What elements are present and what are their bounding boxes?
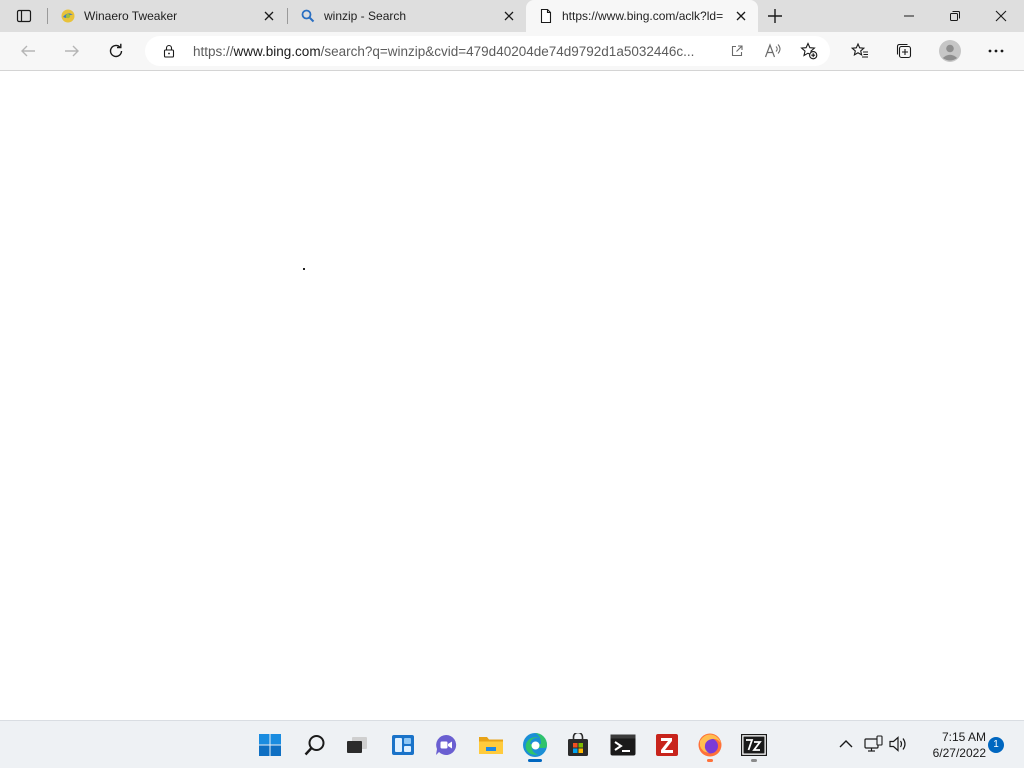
restore-icon <box>950 11 960 21</box>
tab-close-button[interactable] <box>261 8 277 24</box>
terminal-icon <box>610 734 636 756</box>
chat-button[interactable] <box>428 727 464 763</box>
tab-title: winzip - Search <box>324 9 407 23</box>
favorites-icon <box>851 42 868 58</box>
edge-taskbar-button[interactable] <box>517 727 553 763</box>
minimize-icon <box>904 15 914 17</box>
network-button[interactable] <box>862 733 884 755</box>
winaero-icon <box>61 9 75 23</box>
open-external-icon <box>731 45 743 57</box>
network-icon <box>864 735 883 752</box>
read-aloud-button[interactable] <box>761 40 785 62</box>
speaker-icon <box>889 736 906 752</box>
running-indicator <box>528 759 542 762</box>
7zip-icon <box>741 734 767 756</box>
file-explorer-button[interactable] <box>473 727 509 763</box>
mouse-cursor <box>303 268 305 270</box>
tab-close-button[interactable] <box>501 8 517 24</box>
arrow-right-icon <box>65 45 79 57</box>
store-button[interactable] <box>560 727 596 763</box>
favorites-button[interactable] <box>845 36 875 66</box>
start-button[interactable] <box>252 727 288 763</box>
more-icon <box>988 49 1004 53</box>
search-icon <box>304 735 325 756</box>
widgets-icon <box>392 735 414 755</box>
close-icon <box>264 11 274 21</box>
notification-badge[interactable]: 1 <box>988 737 1004 753</box>
chat-icon <box>436 734 457 755</box>
url-path: /search?q=winzip&cvid=479d40204de74d9792… <box>320 44 695 59</box>
show-hidden-icons-button[interactable] <box>835 733 857 755</box>
browser-toolbar: https://www.bing.com/search?q=winzip&cvi… <box>0 32 1024 71</box>
terminal-button[interactable] <box>605 727 641 763</box>
taskbar: 7:15 AM 6/27/2022 1 <box>0 720 1024 768</box>
tab-winaero-tweaker[interactable]: Winaero Tweaker <box>48 0 286 32</box>
task-view-button[interactable] <box>339 727 375 763</box>
running-indicator <box>707 759 713 762</box>
arrow-left-icon <box>21 45 35 57</box>
tab-actions-menu-button[interactable] <box>8 4 40 28</box>
tab-strip: Winaero Tweaker winzip - Search https://… <box>0 0 1024 32</box>
close-window-button[interactable] <box>978 0 1024 32</box>
firefox-icon <box>698 733 722 757</box>
forward-button[interactable] <box>57 36 87 66</box>
tab-close-button[interactable] <box>733 8 749 24</box>
address-url[interactable]: https://www.bing.com/search?q=winzip&cvi… <box>193 44 718 59</box>
new-tab-button[interactable] <box>763 4 787 28</box>
plus-icon <box>768 9 782 23</box>
collections-button[interactable] <box>889 36 919 66</box>
profile-button[interactable] <box>935 36 965 66</box>
add-favorite-button[interactable] <box>797 40 821 62</box>
clock-date: 6/27/2022 <box>932 746 986 760</box>
filezilla-button[interactable] <box>649 727 685 763</box>
taskbar-search-button[interactable] <box>297 727 333 763</box>
url-host: www.bing.com <box>233 44 321 59</box>
taskbar-clock[interactable]: 7:15 AM 6/27/2022 <box>912 729 986 761</box>
volume-button[interactable] <box>887 733 909 755</box>
clock-time: 7:15 AM <box>941 730 986 744</box>
minimize-button[interactable] <box>886 0 932 32</box>
tab-title: https://www.bing.com/aclk?ld= <box>562 9 724 23</box>
collections-icon <box>896 43 912 59</box>
tab-winzip-search[interactable]: winzip - Search <box>288 0 524 32</box>
tab-title: Winaero Tweaker <box>84 9 178 23</box>
task-view-icon <box>347 737 367 753</box>
7zip-button[interactable] <box>736 727 772 763</box>
firefox-button[interactable] <box>692 727 728 763</box>
restore-button[interactable] <box>932 0 978 32</box>
back-button[interactable] <box>13 36 43 66</box>
page-icon <box>540 8 552 24</box>
tab-bing-aclk[interactable]: https://www.bing.com/aclk?ld= <box>526 0 758 32</box>
filezilla-icon <box>656 734 678 756</box>
refresh-button[interactable] <box>101 36 131 66</box>
lock-icon[interactable] <box>162 44 176 58</box>
close-icon <box>995 10 1007 22</box>
start-icon <box>259 734 281 756</box>
close-icon <box>504 11 514 21</box>
read-aloud-icon <box>764 43 781 58</box>
refresh-icon <box>109 43 123 58</box>
store-icon <box>568 733 588 756</box>
url-prefix: https:// <box>193 44 234 59</box>
chevron-up-icon <box>839 740 853 748</box>
page-content[interactable] <box>0 71 1024 720</box>
file-explorer-icon <box>479 737 503 754</box>
search-icon <box>301 9 315 23</box>
running-indicator <box>751 759 757 762</box>
widgets-button[interactable] <box>385 727 421 763</box>
star-add-icon <box>800 42 818 60</box>
settings-more-button[interactable] <box>981 36 1011 66</box>
close-icon <box>736 11 746 21</box>
address-bar[interactable]: https://www.bing.com/search?q=winzip&cvi… <box>145 36 830 66</box>
edge-icon <box>523 733 547 757</box>
tab-actions-icon <box>16 9 32 23</box>
avatar-icon <box>939 40 961 62</box>
open-in-app-button[interactable] <box>725 40 749 62</box>
